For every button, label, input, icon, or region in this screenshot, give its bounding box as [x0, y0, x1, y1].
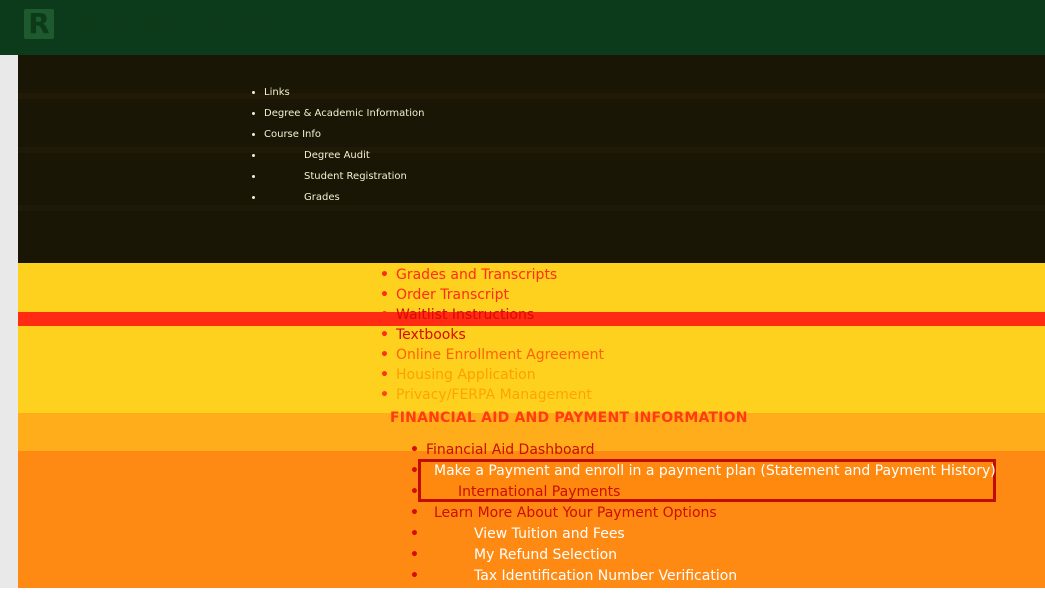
stripe: [18, 205, 1045, 211]
dark-list-item[interactable]: Course Info: [264, 124, 424, 145]
dark-list: LinksDegree & Academic InformationCourse…: [250, 82, 424, 208]
dark-list-item[interactable]: Degree & Academic Information: [264, 103, 424, 124]
yellow-list: Grades and TranscriptsOrder TranscriptWa…: [380, 265, 604, 405]
academic-link-item[interactable]: Waitlist Instructions: [380, 305, 604, 325]
academic-link-item[interactable]: Privacy/FERPA Management: [380, 385, 604, 405]
academic-link-item[interactable]: Order Transcript: [380, 285, 604, 305]
top-bar: R RU ACCESS: [0, 0, 1045, 55]
financial-aid-link-item[interactable]: International Payments: [410, 482, 996, 503]
financial-aid-heading: FINANCIAL AID AND PAYMENT INFORMATION: [390, 410, 748, 426]
academic-link-item[interactable]: Housing Application: [380, 365, 604, 385]
stripe: [18, 147, 1045, 153]
financial-aid-link-item[interactable]: Learn More About Your Payment Options: [410, 503, 996, 524]
academic-link-item[interactable]: Online Enrollment Agreement: [380, 345, 604, 365]
logo-mark: R: [22, 6, 56, 41]
logo-divider: [66, 8, 68, 39]
financial-aid-link-item[interactable]: View Tuition and Fees: [410, 524, 996, 545]
dark-list-item[interactable]: Degree Audit: [264, 145, 424, 166]
dark-list-item[interactable]: Student Registration: [264, 166, 424, 187]
financial-aid-link-item[interactable]: Make a Payment and enroll in a payment p…: [410, 461, 996, 482]
academic-links-list: Grades and TranscriptsOrder TranscriptWa…: [380, 265, 604, 405]
stripe: [18, 93, 1045, 99]
left-margin: [0, 55, 18, 588]
financial-aid-link-item[interactable]: Tax Identification Number Verification: [410, 566, 996, 587]
financial-aid-link-item[interactable]: Financial Aid Dashboard: [410, 440, 996, 461]
financial-aid-link-item[interactable]: My Refund Selection: [410, 545, 996, 566]
orange-list: Financial Aid DashboardMake a Payment an…: [410, 440, 996, 587]
dark-list-item[interactable]: Links: [264, 82, 424, 103]
bottom-strip: [0, 588, 1045, 600]
dark-list-item[interactable]: Grades: [264, 187, 424, 208]
financial-aid-links-list: Financial Aid DashboardMake a Payment an…: [410, 440, 996, 587]
logo-text: RU ACCESS: [78, 6, 275, 41]
ru-access-logo[interactable]: R RU ACCESS: [22, 6, 275, 41]
academic-link-item[interactable]: Textbooks: [380, 325, 604, 345]
academic-link-item[interactable]: Grades and Transcripts: [380, 265, 604, 285]
dark-link-list: LinksDegree & Academic InformationCourse…: [250, 82, 424, 208]
screen: R RU ACCESS LinksDegree & Academic Infor…: [0, 0, 1045, 600]
dark-section: [18, 55, 1045, 263]
